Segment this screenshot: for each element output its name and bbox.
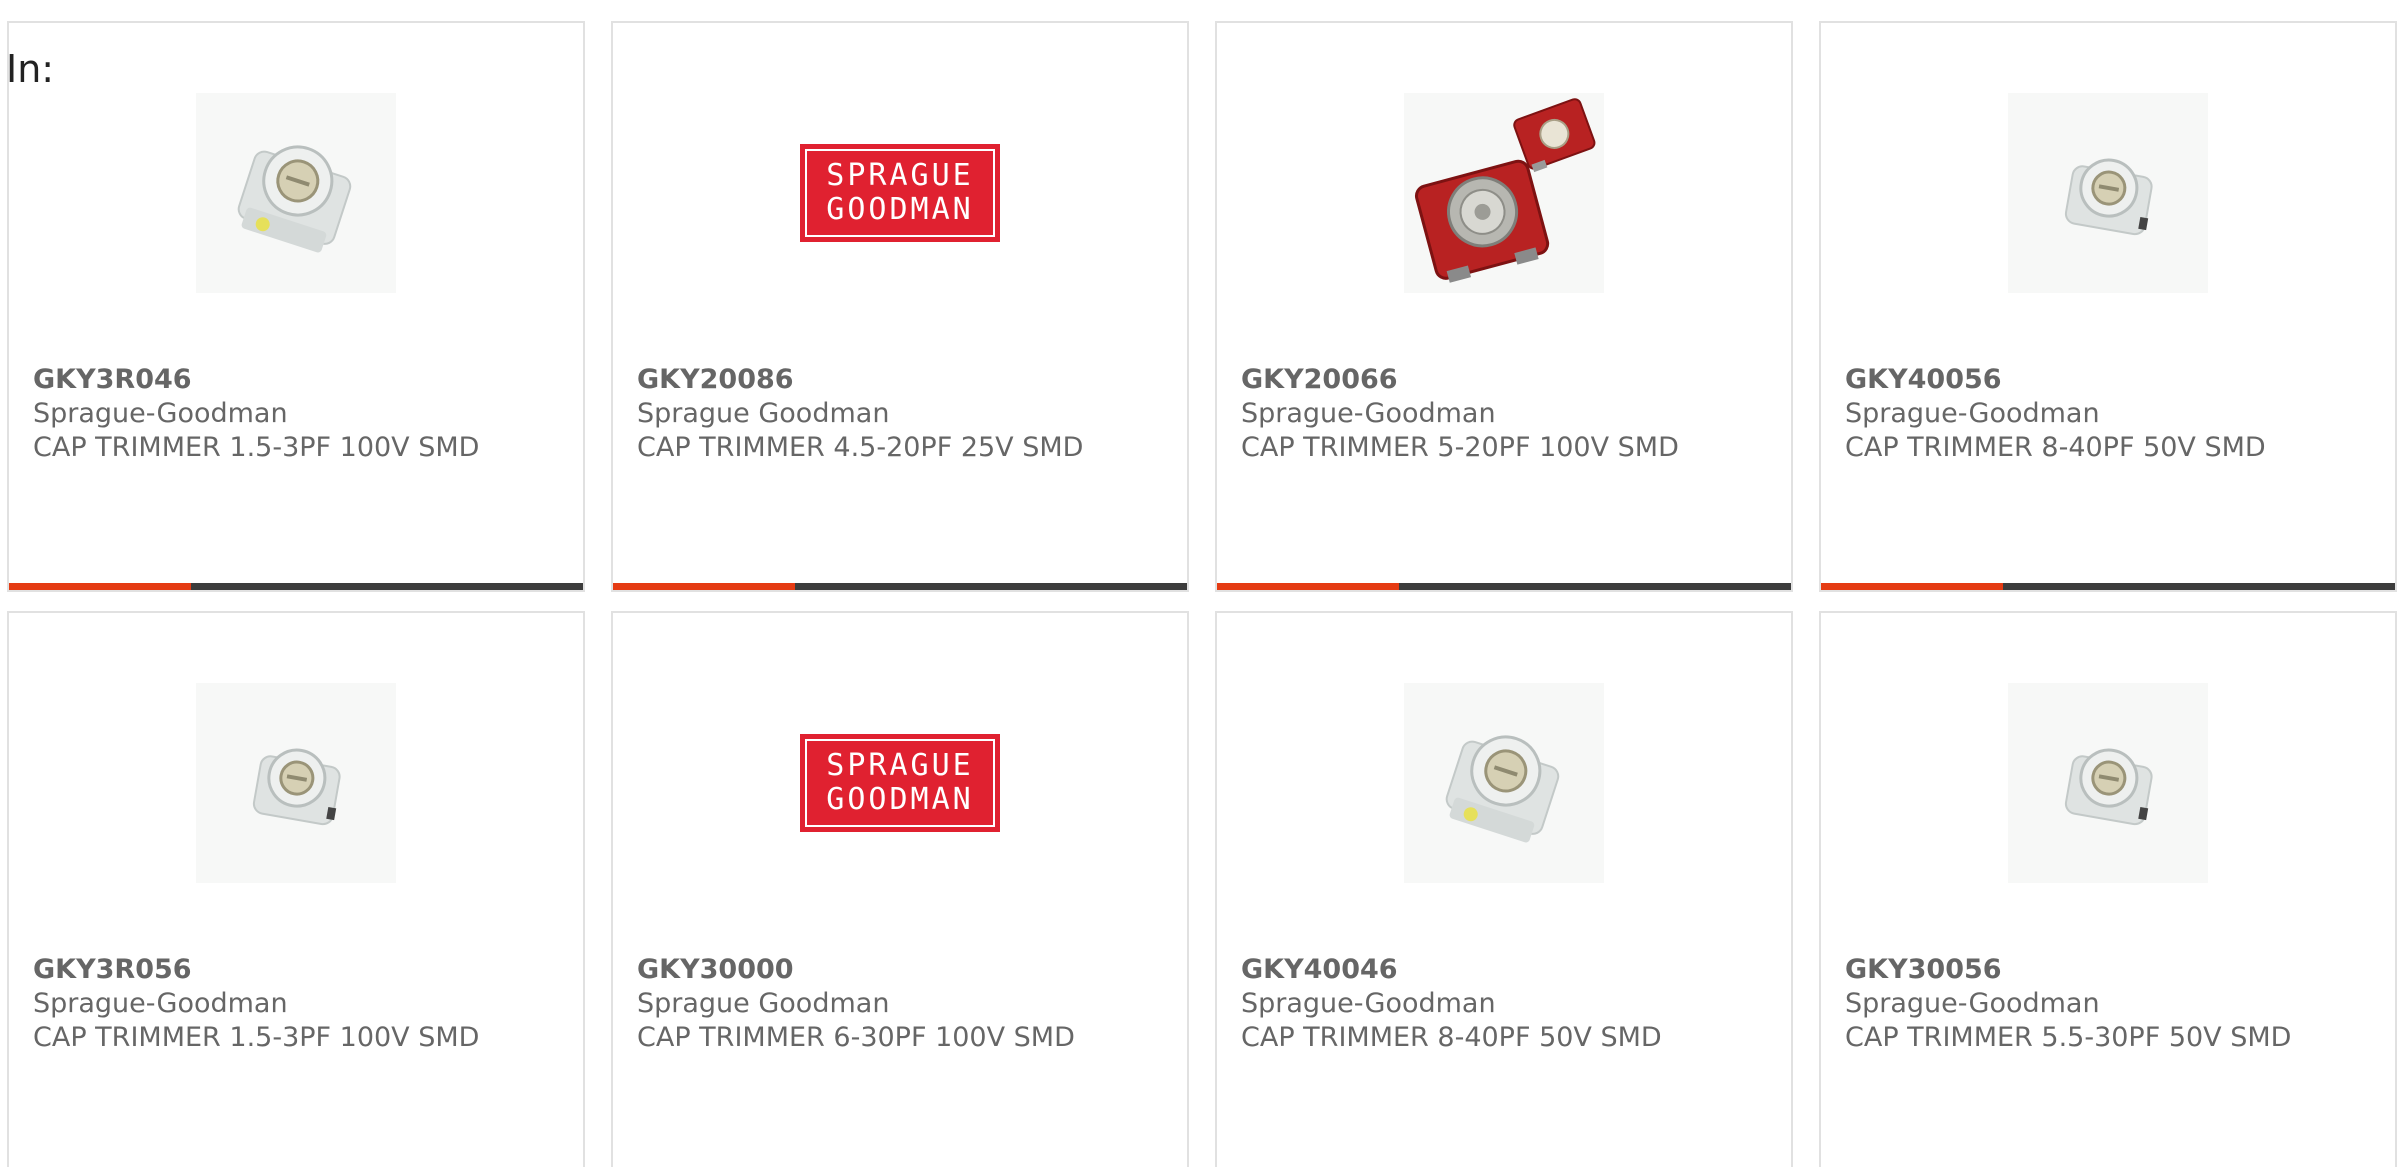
product-info: GKY40056 Sprague-Goodman CAP TRIMMER 8-4… (1845, 363, 2385, 465)
product-card[interactable]: SPRAGUE GOODMAN GKY20086 Sprague Goodman… (611, 21, 1189, 592)
manufacturer: Sprague-Goodman (33, 988, 288, 1019)
card-accent-bar (1821, 583, 2003, 590)
manufacturer: Sprague-Goodman (1241, 988, 1496, 1019)
product-info: GKY3R046 Sprague-Goodman CAP TRIMMER 1.5… (33, 363, 573, 465)
description: CAP TRIMMER 1.5-3PF 100V SMD (33, 432, 480, 463)
logo-line: GOODMAN (826, 782, 974, 817)
part-number[interactable]: GKY20086 (637, 363, 1177, 397)
part-number[interactable]: GKY40056 (1845, 363, 2385, 397)
part-number[interactable]: GKY30000 (637, 953, 1177, 987)
card-bottom-bar (613, 583, 1187, 590)
manufacturer: Sprague-Goodman (33, 398, 288, 429)
product-image[interactable] (1402, 93, 1606, 293)
manufacturer: Sprague Goodman (637, 988, 890, 1019)
description: CAP TRIMMER 8-40PF 50V SMD (1241, 1022, 1662, 1053)
part-number[interactable]: GKY30056 (1845, 953, 2385, 987)
card-bottom-bar (1821, 583, 2395, 590)
logo-line: SPRAGUE (826, 748, 974, 783)
card-bottom-bar (1217, 583, 1791, 590)
white-trimmer-capacitor-icon (2008, 683, 2208, 883)
product-image[interactable] (2006, 683, 2210, 883)
product-card[interactable]: SPRAGUE GOODMAN GKY30000 Sprague Goodman… (611, 611, 1189, 1167)
white-trimmer-capacitor-icon (196, 93, 396, 293)
product-image[interactable] (194, 683, 398, 883)
product-card[interactable]: GKY40046 Sprague-Goodman CAP TRIMMER 8-4… (1215, 611, 1793, 1167)
product-card[interactable]: GKY3R046 Sprague-Goodman CAP TRIMMER 1.5… (7, 21, 585, 592)
sprague-goodman-logo: SPRAGUE GOODMAN (800, 144, 1000, 242)
filter-label: In: (6, 47, 55, 91)
product-info: GKY40046 Sprague-Goodman CAP TRIMMER 8-4… (1241, 953, 1781, 1055)
manufacturer: Sprague-Goodman (1241, 398, 1496, 429)
product-card[interactable]: GKY30056 Sprague-Goodman CAP TRIMMER 5.5… (1819, 611, 2397, 1167)
white-trimmer-capacitor-icon (196, 683, 396, 883)
product-info: GKY30056 Sprague-Goodman CAP TRIMMER 5.5… (1845, 953, 2385, 1055)
white-trimmer-capacitor-icon (1404, 683, 1604, 883)
product-card[interactable]: GKY3R056 Sprague-Goodman CAP TRIMMER 1.5… (7, 611, 585, 1167)
product-card[interactable]: GKY20066 Sprague-Goodman CAP TRIMMER 5-2… (1215, 21, 1793, 592)
part-number[interactable]: GKY20066 (1241, 363, 1781, 397)
white-trimmer-capacitor-icon (2008, 93, 2208, 293)
description: CAP TRIMMER 1.5-3PF 100V SMD (33, 1022, 480, 1053)
description: CAP TRIMMER 5-20PF 100V SMD (1241, 432, 1679, 463)
card-accent-bar (1217, 583, 1399, 590)
logo-line: SPRAGUE (826, 158, 974, 193)
product-card[interactable]: GKY40056 Sprague-Goodman CAP TRIMMER 8-4… (1819, 21, 2397, 592)
manufacturer: Sprague-Goodman (1845, 398, 2100, 429)
description: CAP TRIMMER 5.5-30PF 50V SMD (1845, 1022, 2292, 1053)
part-number[interactable]: GKY3R046 (33, 363, 573, 397)
manufacturer: Sprague-Goodman (1845, 988, 2100, 1019)
description: CAP TRIMMER 4.5-20PF 25V SMD (637, 432, 1084, 463)
card-accent-bar (613, 583, 795, 590)
product-grid-page: In: GKY3R046 Sprague-Goodman CAP TRIMMER… (0, 0, 2400, 1167)
product-info: GKY20066 Sprague-Goodman CAP TRIMMER 5-2… (1241, 363, 1781, 465)
red-trimmer-capacitor-icon (1404, 93, 1604, 293)
product-image[interactable] (194, 93, 398, 293)
manufacturer: Sprague Goodman (637, 398, 890, 429)
description: CAP TRIMMER 6-30PF 100V SMD (637, 1022, 1075, 1053)
part-number[interactable]: GKY40046 (1241, 953, 1781, 987)
product-image[interactable]: SPRAGUE GOODMAN (798, 683, 1002, 883)
sprague-goodman-logo: SPRAGUE GOODMAN (800, 734, 1000, 832)
product-info: GKY3R056 Sprague-Goodman CAP TRIMMER 1.5… (33, 953, 573, 1055)
card-bottom-bar (9, 583, 583, 590)
card-accent-bar (9, 583, 191, 590)
part-number[interactable]: GKY3R056 (33, 953, 573, 987)
product-info: GKY30000 Sprague Goodman CAP TRIMMER 6-3… (637, 953, 1177, 1055)
product-image[interactable] (2006, 93, 2210, 293)
product-image[interactable]: SPRAGUE GOODMAN (798, 93, 1002, 293)
logo-line: GOODMAN (826, 192, 974, 227)
product-image[interactable] (1402, 683, 1606, 883)
description: CAP TRIMMER 8-40PF 50V SMD (1845, 432, 2266, 463)
product-info: GKY20086 Sprague Goodman CAP TRIMMER 4.5… (637, 363, 1177, 465)
